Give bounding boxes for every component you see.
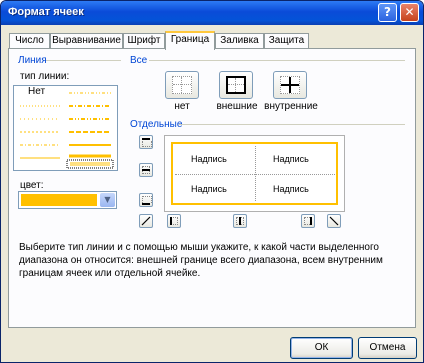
line-color-label: цвет: — [20, 180, 44, 191]
help-button[interactable]: ? — [378, 3, 397, 22]
borders-group-title: Отдельные — [130, 119, 183, 130]
window-title: Формат ячеек — [8, 6, 84, 18]
presets-group-title: Все — [130, 55, 148, 66]
preset-none-button[interactable] — [165, 71, 199, 99]
border-right-button[interactable] — [301, 214, 315, 228]
border-diagonal-up-button[interactable] — [139, 214, 153, 228]
border-inside-icon — [280, 76, 300, 94]
tab-font[interactable]: Шрифт — [123, 33, 165, 49]
preset-inside-button[interactable] — [273, 71, 307, 99]
line-style-label: тип линии: — [20, 71, 70, 82]
title-bar: Формат ячеек ? ✕ — [1, 1, 423, 25]
border-diagonal-down-button[interactable] — [327, 214, 341, 228]
preview-inner-horizontal — [175, 174, 335, 175]
line-group-title: Линия — [18, 55, 47, 66]
line-color-swatch — [21, 194, 97, 206]
tab-fill[interactable]: Заливка — [215, 33, 264, 49]
preview-cell-text: Надпись — [191, 184, 227, 194]
presets-group-divider — [149, 60, 405, 61]
chevron-down-icon[interactable]: ▼ — [100, 193, 115, 207]
preset-outline-label: внешние — [216, 101, 258, 112]
border-inner-horizontal-button[interactable] — [139, 163, 153, 177]
border-top-button[interactable] — [139, 135, 153, 149]
preview-cell-text: Надпись — [273, 154, 309, 164]
border-bottom-button[interactable] — [139, 193, 153, 207]
close-button[interactable]: ✕ — [400, 3, 419, 22]
line-group-divider — [46, 60, 121, 61]
preview-cell-text: Надпись — [273, 184, 309, 194]
ok-button[interactable]: ОК — [290, 337, 353, 359]
format-cells-dialog: Формат ячеек ? ✕ Число Выравнивание Шриф… — [0, 0, 424, 363]
preset-outline-button[interactable] — [219, 71, 253, 99]
borders-group-divider — [179, 124, 405, 125]
line-style-samples[interactable] — [14, 86, 117, 170]
tab-alignment[interactable]: Выравнивание — [50, 33, 123, 49]
preview-cell-text: Надпись — [191, 154, 227, 164]
tab-number[interactable]: Число — [9, 33, 50, 49]
border-left-button[interactable] — [167, 214, 181, 228]
line-color-select[interactable]: ▼ — [18, 191, 117, 209]
border-inner-vertical-button[interactable] — [233, 214, 247, 228]
tab-border[interactable]: Граница — [165, 31, 215, 50]
instruction-text: Выберите тип линии и с помощью мыши укаж… — [19, 242, 383, 279]
border-none-icon — [172, 76, 192, 94]
cancel-button[interactable]: Отмена — [358, 337, 417, 359]
tab-protection[interactable]: Защита — [264, 33, 309, 49]
border-outline-icon — [226, 76, 246, 94]
preset-none-label: нет — [174, 101, 190, 112]
preset-inside-label: внутренние — [264, 101, 318, 112]
line-style-list[interactable]: Нет — [13, 85, 118, 171]
border-preview[interactable]: Надпись Надпись Надпись Надпись — [164, 135, 345, 212]
